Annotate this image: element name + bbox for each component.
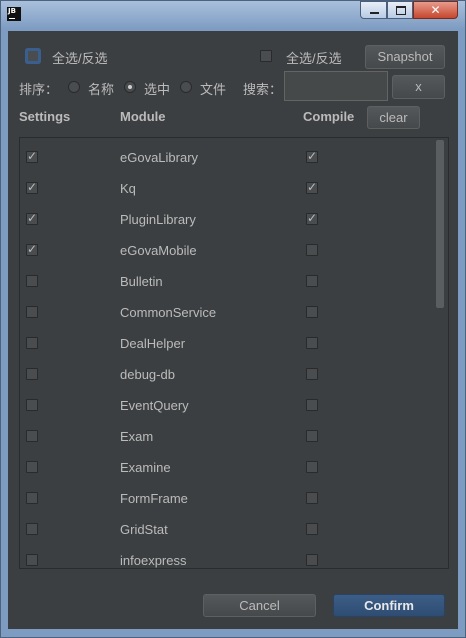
module-row[interactable]: Bulletin (20, 265, 430, 296)
app-icon: JB (7, 7, 21, 21)
sort-option-file-label: 文件 (200, 82, 227, 97)
select-all-settings-checkbox[interactable] (27, 50, 39, 62)
compile-checkbox[interactable] (306, 149, 318, 163)
module-row[interactable]: DealHelper (20, 327, 430, 358)
sort-option-name-label: 名称 (88, 82, 115, 97)
settings-checkbox[interactable] (26, 306, 38, 318)
minimize-icon (361, 2, 386, 18)
compile-column-header: Compile (303, 109, 355, 124)
confirm-button[interactable]: Confirm (333, 594, 445, 617)
module-name: GridStat (120, 522, 168, 537)
settings-checkbox[interactable] (26, 461, 38, 473)
module-name: debug-db (120, 367, 175, 382)
module-name: DealHelper (120, 336, 186, 351)
maximize-icon (388, 2, 412, 18)
module-name: eGovaLibrary (120, 150, 199, 165)
select-all-compile-checkbox[interactable] (260, 50, 272, 62)
module-name: infoexpress (120, 553, 187, 568)
title-bar[interactable]: JB ✕ (1, 1, 465, 27)
module-name: Exam (120, 429, 154, 444)
settings-checkbox[interactable] (26, 275, 38, 287)
module-row[interactable]: Kq (20, 172, 430, 203)
compile-checkbox[interactable] (306, 275, 318, 287)
module-row[interactable]: CommonService (20, 296, 430, 327)
compile-checkbox[interactable] (306, 554, 318, 566)
module-name: Examine (120, 460, 171, 475)
module-row[interactable]: eGovaMobile (20, 234, 430, 265)
select-all-compile-label: 全选/反选 (286, 51, 342, 66)
close-button[interactable]: ✕ (413, 1, 458, 19)
compile-checkbox[interactable] (306, 306, 318, 318)
module-row[interactable]: GridStat (20, 513, 430, 544)
settings-checkbox[interactable] (26, 399, 38, 411)
select-all-settings-label: 全选/反选 (52, 51, 108, 66)
compile-checkbox[interactable] (306, 211, 318, 225)
module-name: eGovaMobile (120, 243, 197, 258)
settings-checkbox[interactable] (26, 242, 38, 256)
module-column-header: Module (120, 109, 166, 124)
compile-checkbox[interactable] (306, 523, 318, 535)
sort-option-selected-label: 选中 (144, 82, 171, 97)
module-name: CommonService (120, 305, 217, 320)
close-icon: ✕ (430, 3, 441, 17)
compile-checkbox[interactable] (306, 430, 318, 442)
search-label: 搜索： (243, 82, 283, 97)
sort-radio-name[interactable] (68, 81, 80, 93)
settings-checkbox[interactable] (26, 211, 38, 225)
sort-label: 排序： (19, 82, 59, 97)
scrollbar-thumb[interactable] (436, 140, 444, 308)
compile-checkbox[interactable] (306, 492, 318, 504)
settings-checkbox[interactable] (26, 180, 38, 194)
compile-checkbox[interactable] (306, 180, 318, 194)
module-row[interactable]: Exam (20, 420, 430, 451)
sort-radio-file[interactable] (180, 81, 192, 93)
module-row[interactable]: debug-db (20, 358, 430, 389)
module-row[interactable]: EventQuery (20, 389, 430, 420)
compile-checkbox[interactable] (306, 461, 318, 473)
clear-search-button[interactable]: x (392, 75, 445, 99)
compile-checkbox[interactable] (306, 399, 318, 411)
compile-checkbox[interactable] (306, 244, 318, 256)
settings-checkbox[interactable] (26, 492, 38, 504)
settings-checkbox[interactable] (26, 430, 38, 442)
clear-button[interactable]: clear (367, 106, 420, 129)
settings-checkbox[interactable] (26, 337, 38, 349)
settings-checkbox[interactable] (26, 149, 38, 163)
module-row[interactable]: FormFrame (20, 482, 430, 513)
compile-checkbox[interactable] (306, 368, 318, 380)
module-row[interactable]: Examine (20, 451, 430, 482)
module-list[interactable]: eGovaLibrary Kq PluginLibrary eGovaMobile Bu… (19, 137, 449, 569)
cancel-button[interactable]: Cancel (203, 594, 316, 617)
search-input[interactable] (284, 71, 388, 101)
module-name: Kq (120, 181, 136, 196)
settings-checkbox[interactable] (26, 368, 38, 380)
module-name: FormFrame (120, 491, 188, 506)
maximize-button[interactable] (387, 1, 413, 19)
snapshot-button[interactable]: Snapshot (365, 45, 445, 69)
dialog-window: JB ✕ 全选/反选 全选/反选 Snapshot 排序： 名称 选中 文件 搜… (0, 0, 466, 638)
module-name: PluginLibrary (120, 212, 196, 227)
compile-checkbox[interactable] (306, 337, 318, 349)
settings-column-header: Settings (19, 109, 71, 124)
module-row[interactable]: PluginLibrary (20, 203, 430, 234)
dialog-content: 全选/反选 全选/反选 Snapshot 排序： 名称 选中 文件 搜索： x … (8, 31, 458, 629)
module-row[interactable]: infoexpress (20, 544, 430, 568)
minimize-button[interactable] (360, 1, 387, 19)
module-row[interactable]: eGovaLibrary (20, 141, 430, 172)
sort-radio-selected[interactable] (124, 81, 136, 93)
settings-checkbox[interactable] (26, 523, 38, 535)
module-name: Bulletin (120, 274, 163, 289)
settings-checkbox[interactable] (26, 554, 38, 566)
module-name: EventQuery (120, 398, 189, 413)
